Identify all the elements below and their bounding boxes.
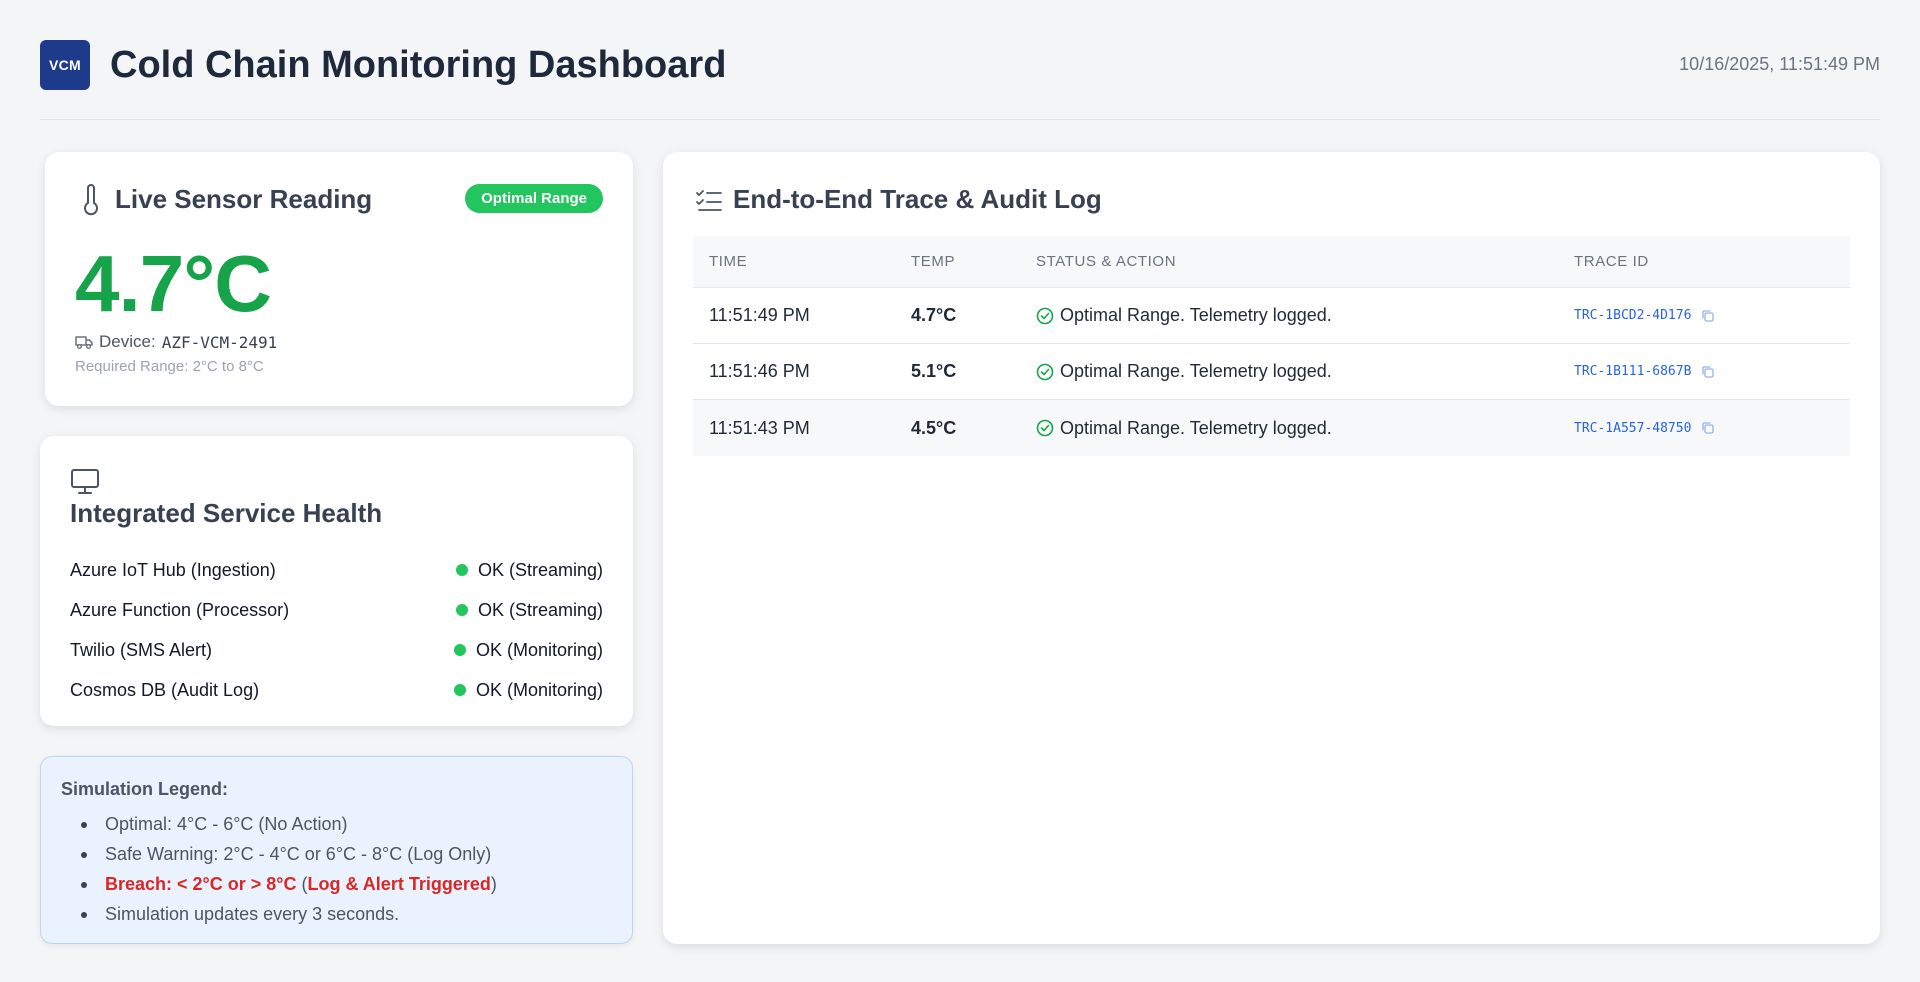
service-status: OK (Monitoring)	[453, 639, 603, 661]
service-row: Twilio (SMS Alert) OK (Monitoring)	[70, 630, 603, 670]
trace-id-link[interactable]: TRC-1B111-6867B	[1574, 364, 1691, 379]
trace-id-link[interactable]: TRC-1BCD2-4D176	[1574, 308, 1691, 323]
check-circle-icon	[1036, 363, 1054, 380]
service-row: Azure Function (Processor) OK (Streaming…	[70, 590, 603, 630]
service-status-text: OK (Monitoring)	[475, 679, 603, 700]
service-status: OK (Streaming)	[455, 559, 603, 581]
breach-action: Log & Alert Triggered	[307, 874, 491, 894]
service-health-title: Integrated Service Health	[70, 498, 383, 528]
breach-paren-close: )	[490, 874, 497, 894]
trace-log-card: End-to-End Trace & Audit Log TIME TEMP S…	[663, 152, 1880, 944]
column-header-temp: TEMP	[911, 253, 956, 270]
cell-temp: 4.5°C	[911, 417, 957, 438]
service-status-text: OK (Streaming)	[477, 559, 603, 580]
cell-trace-id: TRC-1BCD2-4D176	[1558, 308, 1715, 323]
table-row: 11:51:46 PM 5.1°C Optimal Range. Telemet…	[693, 344, 1850, 400]
truck-icon	[75, 336, 93, 349]
status-dot-icon	[453, 644, 466, 656]
service-status-text: OK (Streaming)	[477, 599, 603, 620]
device-id: AZF-VCM-2491	[161, 332, 278, 352]
legend-item-optimal: Optimal: 4°C - 6°C (No Action)	[81, 809, 497, 839]
copy-icon[interactable]	[1701, 365, 1715, 379]
sensor-card: Live Sensor Reading Optimal Range 4.7°C …	[45, 152, 633, 406]
status-badge: Optimal Range	[465, 184, 603, 213]
service-name: Cosmos DB (Audit Log)	[70, 679, 260, 700]
cell-status: Optimal Range. Telemetry logged.	[1020, 305, 1558, 326]
table-row: 11:51:49 PM 4.7°C Optimal Range. Telemet…	[693, 288, 1850, 344]
service-health-card: Integrated Service Health Azure IoT Hub …	[40, 436, 633, 726]
required-range: Required Range: 2°C to 8°C	[75, 358, 264, 375]
device-label: Device:	[99, 332, 156, 351]
sensor-card-title: Live Sensor Reading	[115, 184, 373, 214]
cell-trace-id: TRC-1A557-48750	[1558, 421, 1715, 436]
cell-temp: 4.7°C	[911, 305, 957, 325]
service-name: Azure IoT Hub (Ingestion)	[70, 559, 276, 580]
legend-item-warning: Safe Warning: 2°C - 4°C or 6°C - 8°C (Lo…	[81, 839, 497, 869]
status-dot-icon	[455, 604, 468, 616]
table-row: 11:51:43 PM 4.5°C Optimal Range. Telemet…	[693, 400, 1850, 456]
app-logo: VCM	[40, 40, 90, 90]
device-info: Device: AZF-VCM-2491	[75, 332, 277, 352]
legend-item-updates: Simulation updates every 3 seconds.	[81, 899, 497, 929]
legend-list: Optimal: 4°C - 6°C (No Action) Safe Warn…	[81, 809, 497, 929]
service-status-text: OK (Monitoring)	[475, 639, 603, 660]
status-dot-icon	[453, 684, 466, 696]
current-timestamp: 10/16/2025, 11:51:49 PM	[1679, 54, 1880, 74]
status-text: Optimal Range. Telemetry logged.	[1060, 361, 1332, 381]
trace-id-link[interactable]: TRC-1A557-48750	[1574, 421, 1691, 436]
status-text: Optimal Range. Telemetry logged.	[1060, 305, 1332, 325]
thermometer-icon	[84, 184, 98, 216]
live-temperature: 4.7°C	[75, 239, 272, 328]
service-status: OK (Monitoring)	[453, 679, 603, 701]
cell-trace-id: TRC-1B111-6867B	[1558, 364, 1715, 379]
breach-paren-open: (	[296, 874, 308, 894]
table-header: TIME TEMP STATUS & ACTION TRACE ID	[693, 236, 1850, 288]
service-status: OK (Streaming)	[455, 599, 603, 621]
monitor-icon	[71, 469, 99, 494]
copy-icon[interactable]	[1701, 309, 1715, 323]
check-circle-icon	[1036, 419, 1054, 437]
cell-time: 11:51:43 PM	[709, 417, 810, 438]
column-header-trace-id: TRACE ID	[1574, 253, 1649, 270]
page-header: VCM Cold Chain Monitoring Dashboard 10/1…	[40, 40, 1880, 120]
service-list: Azure IoT Hub (Ingestion) OK (Streaming)…	[70, 550, 603, 710]
simulation-legend: Simulation Legend: Optimal: 4°C - 6°C (N…	[40, 756, 633, 944]
service-name: Azure Function (Processor)	[70, 599, 290, 620]
breach-label: Breach: < 2°C or > 8°C	[105, 874, 297, 894]
service-row: Azure IoT Hub (Ingestion) OK (Streaming)	[70, 550, 603, 590]
status-text: Optimal Range. Telemetry logged.	[1060, 417, 1332, 438]
status-dot-icon	[455, 564, 468, 576]
checklist-icon	[696, 190, 722, 211]
cell-time: 11:51:49 PM	[709, 305, 810, 325]
trace-table: TIME TEMP STATUS & ACTION TRACE ID 11:51…	[693, 236, 1850, 456]
service-name: Twilio (SMS Alert)	[70, 639, 213, 660]
check-circle-icon	[1036, 307, 1054, 324]
dashboard-page: VCM Cold Chain Monitoring Dashboard 10/1…	[0, 0, 1920, 982]
page-title: Cold Chain Monitoring Dashboard	[110, 44, 727, 86]
legend-item-breach: Breach: < 2°C or > 8°C (Log & Alert Trig…	[81, 869, 497, 899]
legend-title: Simulation Legend:	[61, 779, 229, 799]
column-header-status: STATUS & ACTION	[1036, 253, 1177, 270]
cell-status: Optimal Range. Telemetry logged.	[1020, 361, 1558, 382]
cell-temp: 5.1°C	[911, 361, 957, 381]
copy-icon[interactable]	[1701, 421, 1715, 435]
cell-status: Optimal Range. Telemetry logged.	[1020, 418, 1558, 439]
trace-log-title: End-to-End Trace & Audit Log	[733, 184, 1102, 214]
cell-time: 11:51:46 PM	[709, 361, 810, 381]
column-header-time: TIME	[709, 253, 748, 270]
service-row: Cosmos DB (Audit Log) OK (Monitoring)	[70, 670, 603, 710]
